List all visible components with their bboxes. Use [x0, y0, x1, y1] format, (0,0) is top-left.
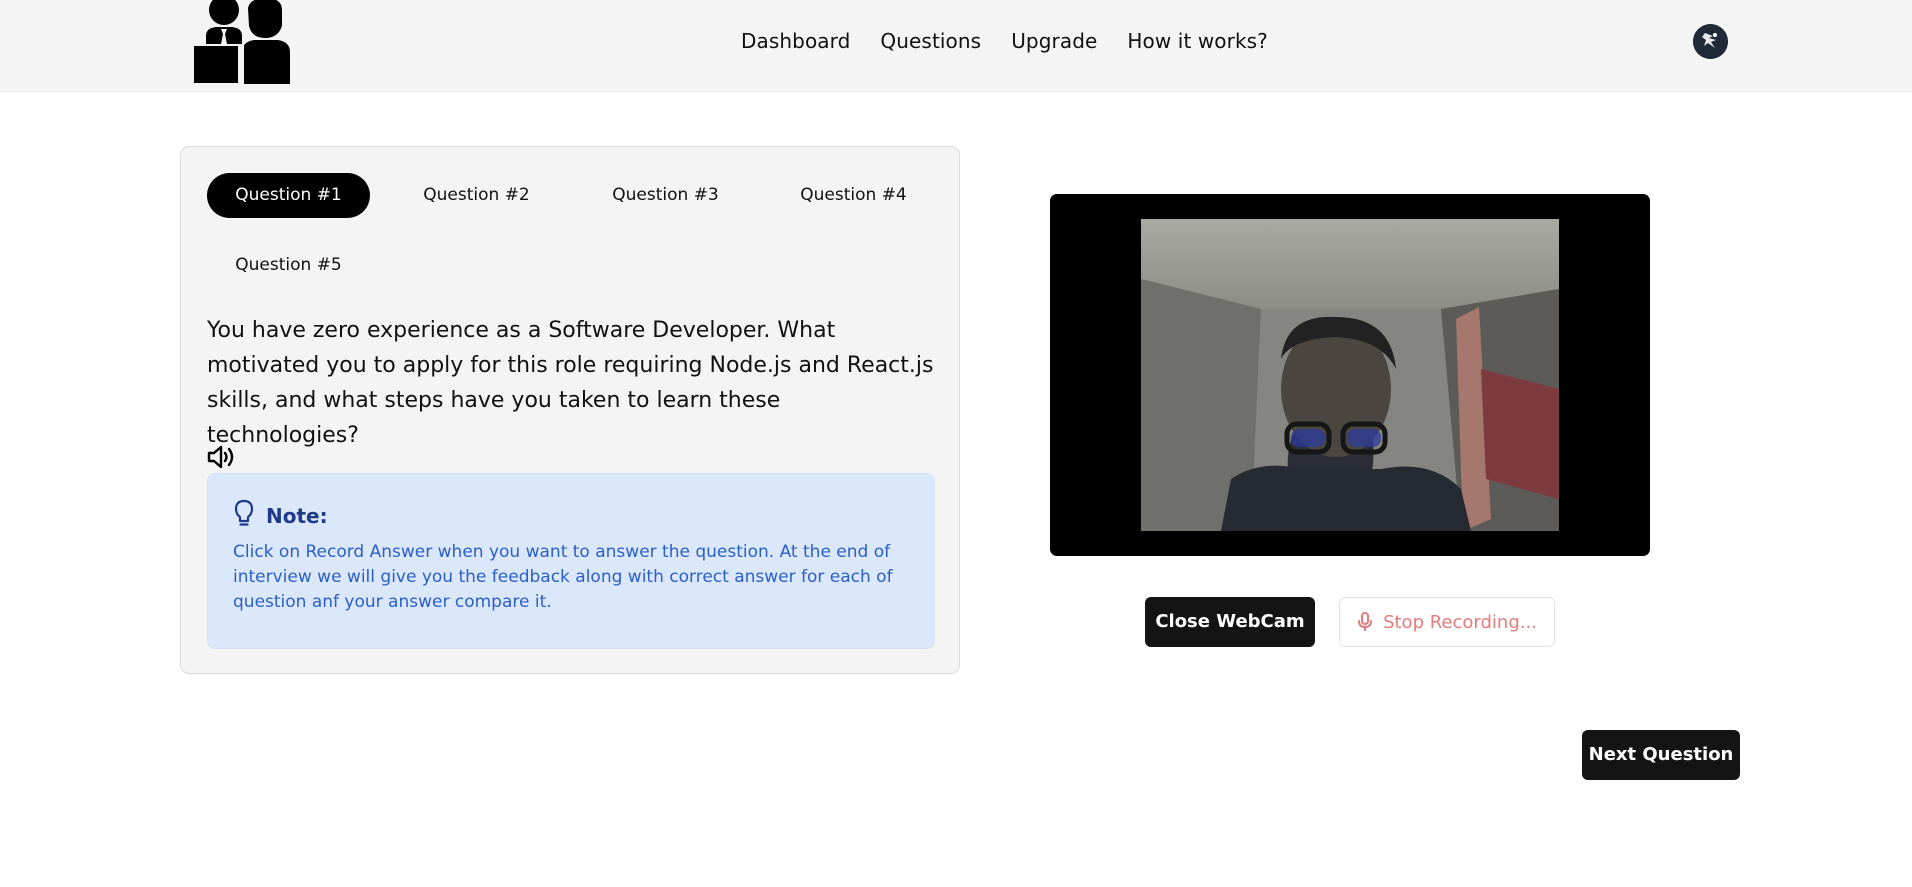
speaker-icon[interactable] — [207, 444, 237, 470]
close-webcam-button[interactable]: Close WebCam — [1145, 597, 1315, 647]
stop-recording-button[interactable]: Stop Recording... — [1339, 597, 1555, 647]
main-nav: Dashboard Questions Upgrade How it works… — [741, 29, 1268, 53]
note-title: Note: — [266, 504, 328, 528]
nav-dashboard[interactable]: Dashboard — [741, 29, 850, 53]
note-text: Click on Record Answer when you want to … — [233, 542, 893, 612]
note-box: Note: Click on Record Answer when you wa… — [207, 473, 935, 649]
question-text: You have zero experience as a Software D… — [207, 318, 934, 448]
user-avatar[interactable] — [1693, 24, 1728, 59]
nav-how-it-works[interactable]: How it works? — [1127, 29, 1267, 53]
tab-question-4[interactable]: Question #4 — [772, 173, 935, 218]
top-header: Dashboard Questions Upgrade How it works… — [0, 0, 1912, 92]
note-header: Note: — [233, 499, 328, 533]
nav-questions[interactable]: Questions — [880, 29, 981, 53]
microphone-icon — [1358, 612, 1373, 631]
question-card: Question #1 Question #2 Question #3 Ques… — [180, 146, 960, 674]
tab-question-1[interactable]: Question #1 — [207, 173, 370, 218]
nav-upgrade[interactable]: Upgrade — [1011, 29, 1097, 53]
stop-recording-label: Stop Recording... — [1383, 611, 1537, 633]
tab-question-2[interactable]: Question #2 — [395, 173, 558, 218]
tab-question-3[interactable]: Question #3 — [584, 173, 747, 218]
webcam-panel — [1050, 194, 1650, 556]
lightbulb-icon — [233, 499, 255, 533]
logo-icon[interactable] — [190, 0, 294, 86]
webcam-feed — [1141, 219, 1559, 531]
tab-question-5[interactable]: Question #5 — [207, 243, 370, 288]
next-question-button[interactable]: Next Question — [1582, 730, 1740, 780]
